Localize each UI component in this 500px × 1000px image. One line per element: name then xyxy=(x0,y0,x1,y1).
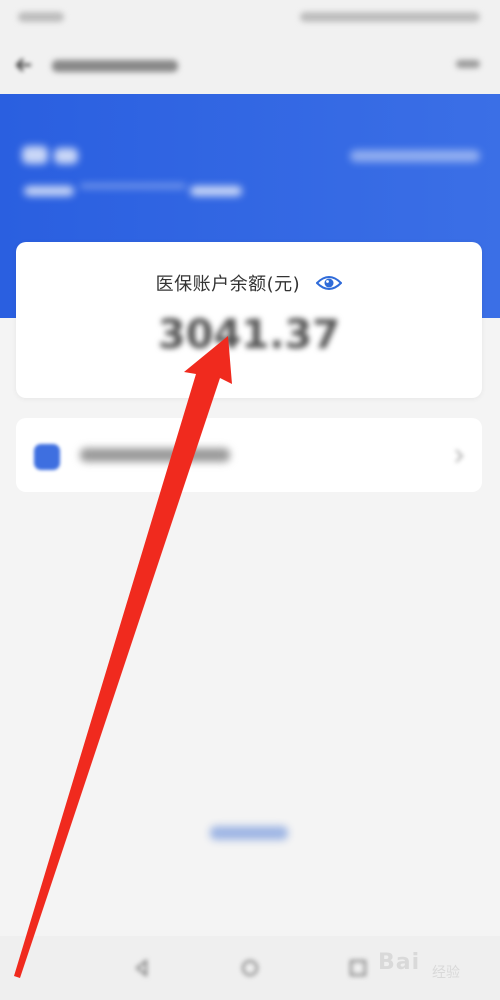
balance-label-row: 医保账户余额(元) xyxy=(16,270,482,296)
nav-bar xyxy=(0,36,500,94)
balance-label: 医保账户余额(元) xyxy=(155,274,301,295)
eye-icon[interactable] xyxy=(316,274,343,292)
home-icon[interactable] xyxy=(240,958,260,978)
header-info-3 xyxy=(190,186,242,196)
list-item[interactable] xyxy=(16,418,482,492)
list-item-icon xyxy=(34,444,60,470)
nav-more[interactable] xyxy=(456,60,480,68)
status-time xyxy=(18,12,64,22)
header-switch[interactable] xyxy=(350,150,480,162)
back-icon[interactable] xyxy=(132,958,152,978)
watermark-sub: 经验 xyxy=(432,965,460,981)
bottom-link[interactable] xyxy=(210,826,288,840)
recents-icon[interactable] xyxy=(348,958,368,978)
balance-card: 医保账户余额(元) 3041.37 xyxy=(16,242,482,398)
header-avatar xyxy=(22,146,48,164)
list-item-label xyxy=(80,448,230,462)
back-arrow-icon[interactable] xyxy=(16,58,32,72)
watermark-logo: Bai xyxy=(378,950,421,975)
status-indicators xyxy=(300,12,480,22)
header-name xyxy=(54,148,78,164)
baidu-watermark: Bai 经验 xyxy=(378,944,496,984)
header-info-1 xyxy=(24,186,74,196)
nav-title xyxy=(52,60,178,72)
balance-amount: 3041.37 xyxy=(157,312,341,358)
status-bar xyxy=(0,0,500,36)
header-info-2 xyxy=(80,184,186,188)
chevron-right-icon xyxy=(455,449,464,463)
